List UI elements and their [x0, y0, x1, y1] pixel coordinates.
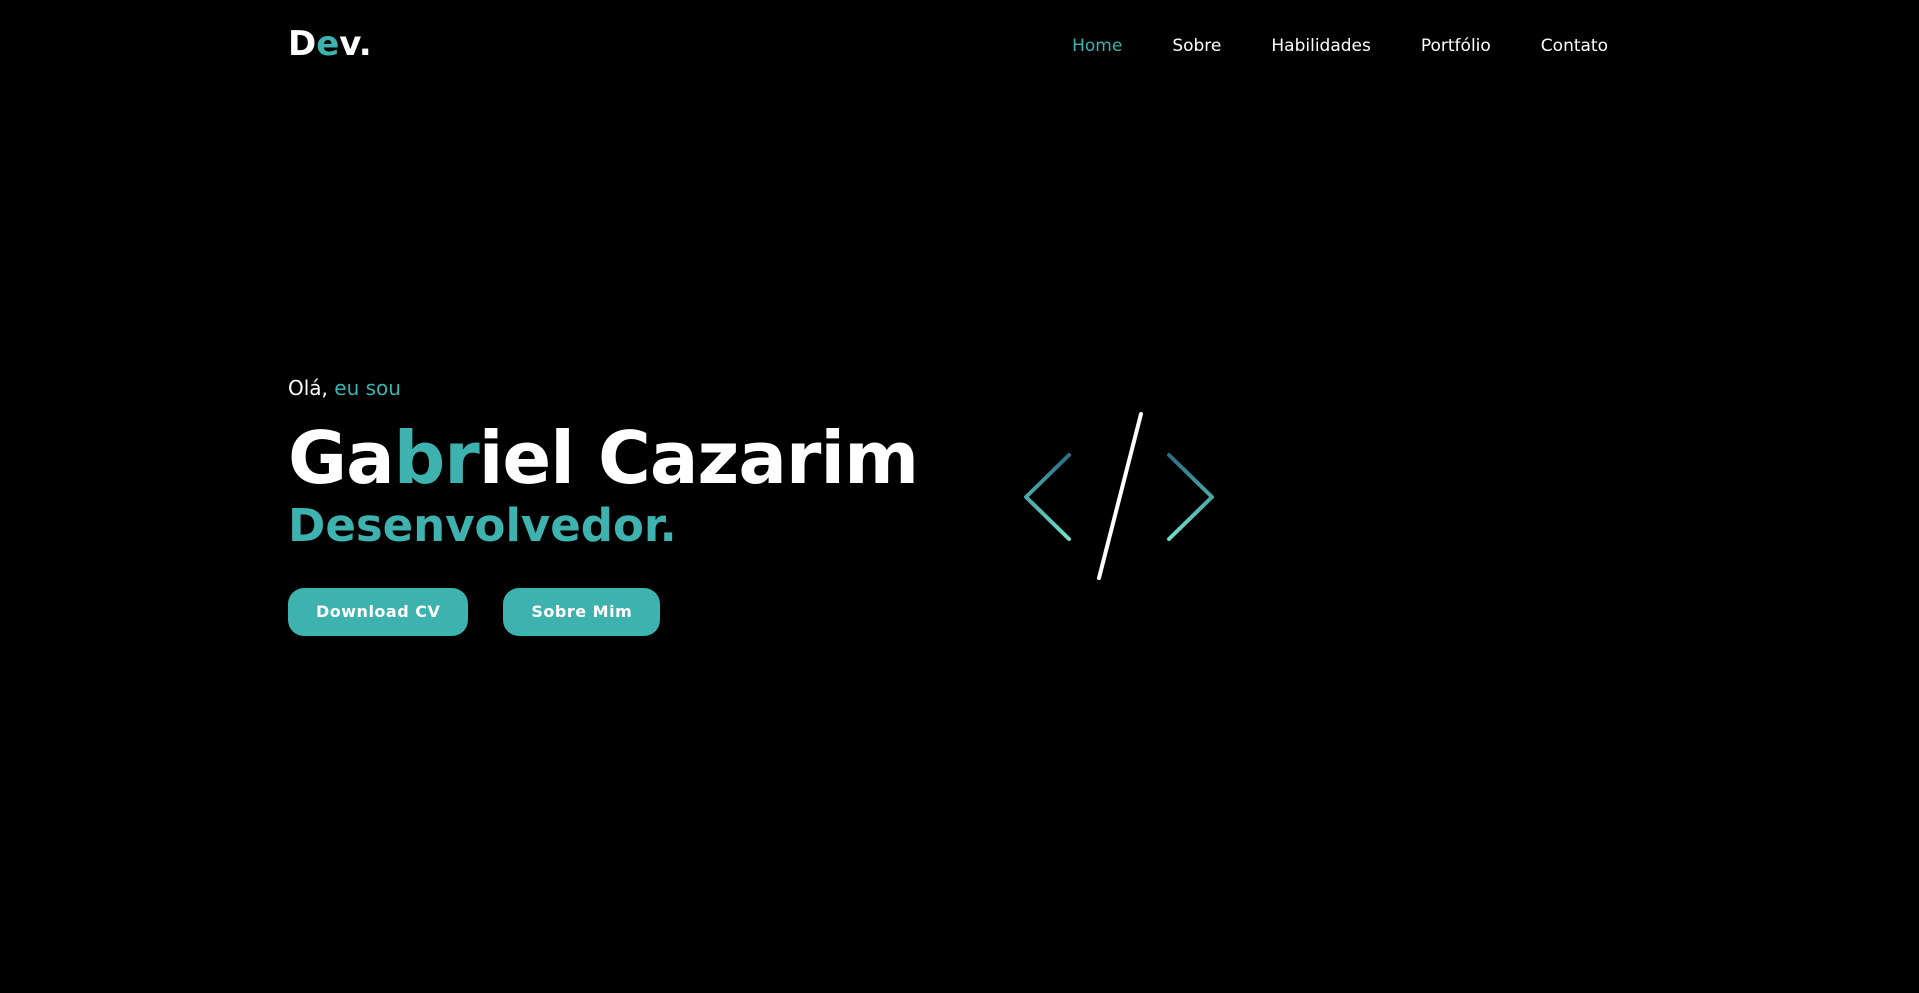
page: Dev. Home Sobre Habilidades Portfólio Co… — [0, 0, 1919, 993]
hero-name: Gabriel Cazarim — [288, 416, 919, 500]
nav-link-sobre[interactable]: Sobre — [1172, 36, 1221, 56]
greeting-plain: Olá, — [288, 376, 335, 400]
download-cv-button[interactable]: Download CV — [288, 588, 469, 636]
hero-section: Olá, eu sou Gabriel Cazarim Desenvolvedo… — [288, 376, 919, 636]
main-nav: Home Sobre Habilidades Portfólio Contato — [1022, 36, 1608, 56]
greeting: Olá, eu sou — [288, 376, 918, 400]
hero-name-part3: iel Cazarim — [478, 416, 919, 500]
nav-link-portfolio[interactable]: Portfólio — [1421, 36, 1491, 56]
nav-link-habilidades[interactable]: Habilidades — [1271, 36, 1370, 56]
hero-buttons: Download CV Sobre Mim — [288, 588, 918, 636]
hero-role: Desenvolvedor. — [288, 499, 677, 552]
right-angle-bracket — [1167, 453, 1214, 541]
left-angle-bracket — [1024, 453, 1071, 541]
hero-name-part2: br — [393, 416, 480, 500]
hero-name-part1: Ga — [288, 416, 395, 500]
site-header: Dev. Home Sobre Habilidades Portfólio Co… — [288, 24, 1608, 70]
logo-letter-d: D — [288, 24, 317, 64]
code-brackets-svg — [1024, 412, 1214, 580]
greeting-accent: eu sou — [334, 376, 401, 400]
about-me-button[interactable]: Sobre Mim — [503, 588, 661, 636]
slash — [1097, 412, 1143, 580]
logo-letter-e: e — [316, 24, 340, 64]
logo-letter-v: v. — [339, 24, 372, 64]
code-brackets-icon — [1015, 405, 1230, 590]
nav-link-home[interactable]: Home — [1072, 36, 1122, 56]
nav-link-contato[interactable]: Contato — [1541, 36, 1608, 56]
logo[interactable]: Dev. — [288, 24, 372, 64]
